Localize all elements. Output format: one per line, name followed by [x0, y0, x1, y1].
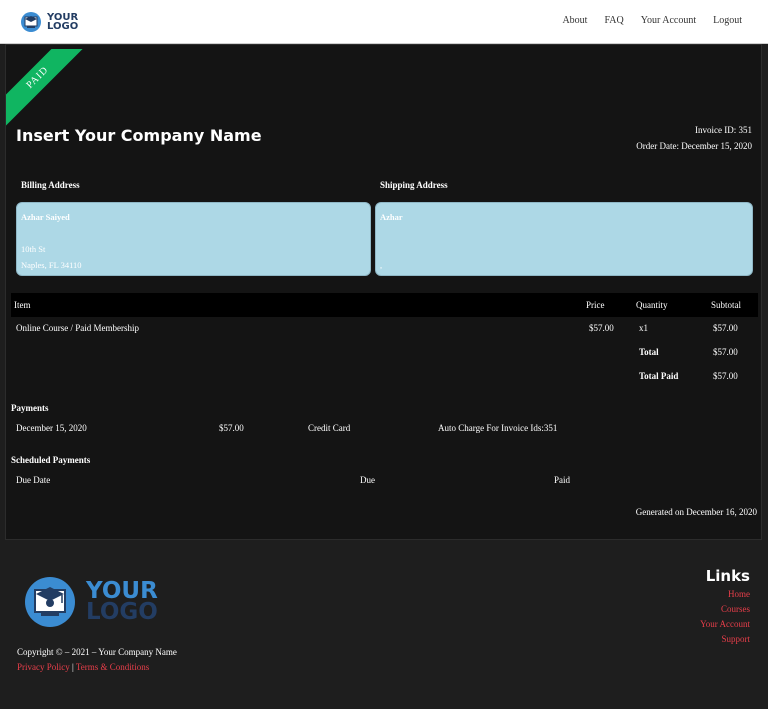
payment-date: December 15, 2020: [16, 423, 87, 433]
graduate-logo-icon: [25, 577, 75, 627]
col-quantity: Quantity: [636, 300, 668, 310]
paid-ribbon-label: PAID: [6, 49, 86, 129]
footer: YOUR LOGO Copyright © – 2021 – Your Comp…: [0, 545, 768, 709]
col-subtotal: Subtotal: [711, 300, 742, 310]
nav-faq[interactable]: FAQ: [604, 15, 623, 26]
scheduled-payments-title: Scheduled Payments: [11, 455, 91, 465]
nav-your-account[interactable]: Your Account: [641, 15, 696, 26]
total-paid-label: Total Paid: [639, 371, 679, 381]
col-paid: Paid: [554, 475, 571, 485]
paid-ribbon: PAID: [6, 49, 86, 129]
col-due: Due: [360, 475, 375, 485]
item-quantity: x1: [639, 323, 648, 333]
billing-city: Naples, FL 34110: [21, 260, 82, 270]
shipping-address-box: Azhar ,: [375, 202, 753, 276]
item-price: $57.00: [589, 323, 614, 333]
graduate-logo-icon: [21, 12, 41, 32]
footer-links: Home Courses Your Account Support: [700, 587, 750, 647]
payment-amount: $57.00: [219, 423, 244, 433]
total-value: $57.00: [713, 347, 738, 357]
billing-address-label: Billing Address: [21, 180, 80, 190]
col-item: Item: [14, 300, 31, 310]
privacy-policy-link[interactable]: Privacy Policy: [17, 662, 70, 672]
invoice-panel: PAID Insert Your Company Name Invoice ID…: [5, 44, 762, 540]
payments-title: Payments: [11, 403, 49, 413]
nav-logout[interactable]: Logout: [713, 15, 742, 26]
footer-logo[interactable]: YOUR LOGO: [24, 576, 158, 628]
shipping-address-label: Shipping Address: [380, 180, 448, 190]
billing-name: Azhar Saiyed: [21, 212, 70, 222]
footer-logo-text-2: LOGO: [86, 599, 158, 625]
footer-link-your-account[interactable]: Your Account: [700, 617, 750, 632]
terms-link[interactable]: Terms & Conditions: [76, 662, 149, 672]
billing-street: 10th St: [21, 244, 46, 254]
payment-method: Credit Card: [308, 423, 351, 433]
invoice-id: Invoice ID: 351: [695, 125, 752, 135]
copyright-block: Copyright © – 2021 – Your Company Name P…: [17, 645, 177, 675]
payment-note: Auto Charge For Invoice Ids:351: [438, 423, 558, 433]
nav-about[interactable]: About: [562, 15, 587, 26]
col-due-date: Due Date: [16, 475, 51, 485]
footer-link-support[interactable]: Support: [700, 632, 750, 647]
invoice-meta: Invoice ID: 351 Order Date: December 15,…: [636, 122, 752, 154]
company-name: Insert Your Company Name: [16, 126, 262, 145]
billing-address-box: Azhar Saiyed 10th St Naples, FL 34110: [16, 202, 371, 276]
link-separator: |: [72, 662, 74, 672]
header-logo-text-2: LOGO: [47, 21, 79, 32]
col-price: Price: [586, 300, 605, 310]
main-nav: About FAQ Your Account Logout: [562, 15, 742, 26]
shipping-name: Azhar: [380, 212, 403, 222]
generated-date: Generated on December 16, 2020: [635, 507, 757, 517]
copyright-text: Copyright © – 2021 – Your Company Name: [17, 647, 177, 657]
links-title: Links: [705, 567, 750, 585]
item-subtotal: $57.00: [713, 323, 738, 333]
item-name: Online Course / Paid Membership: [16, 323, 139, 333]
top-navbar: YOUR LOGO About FAQ Your Account Logout: [0, 0, 768, 44]
footer-link-home[interactable]: Home: [700, 587, 750, 602]
order-date: Order Date: December 15, 2020: [636, 141, 752, 151]
header-logo[interactable]: YOUR LOGO: [20, 11, 78, 33]
shipping-line: ,: [380, 260, 383, 270]
total-paid-value: $57.00: [713, 371, 738, 381]
footer-link-courses[interactable]: Courses: [700, 602, 750, 617]
items-table-header: Item Price Quantity Subtotal: [11, 293, 758, 317]
total-label: Total: [639, 347, 659, 357]
